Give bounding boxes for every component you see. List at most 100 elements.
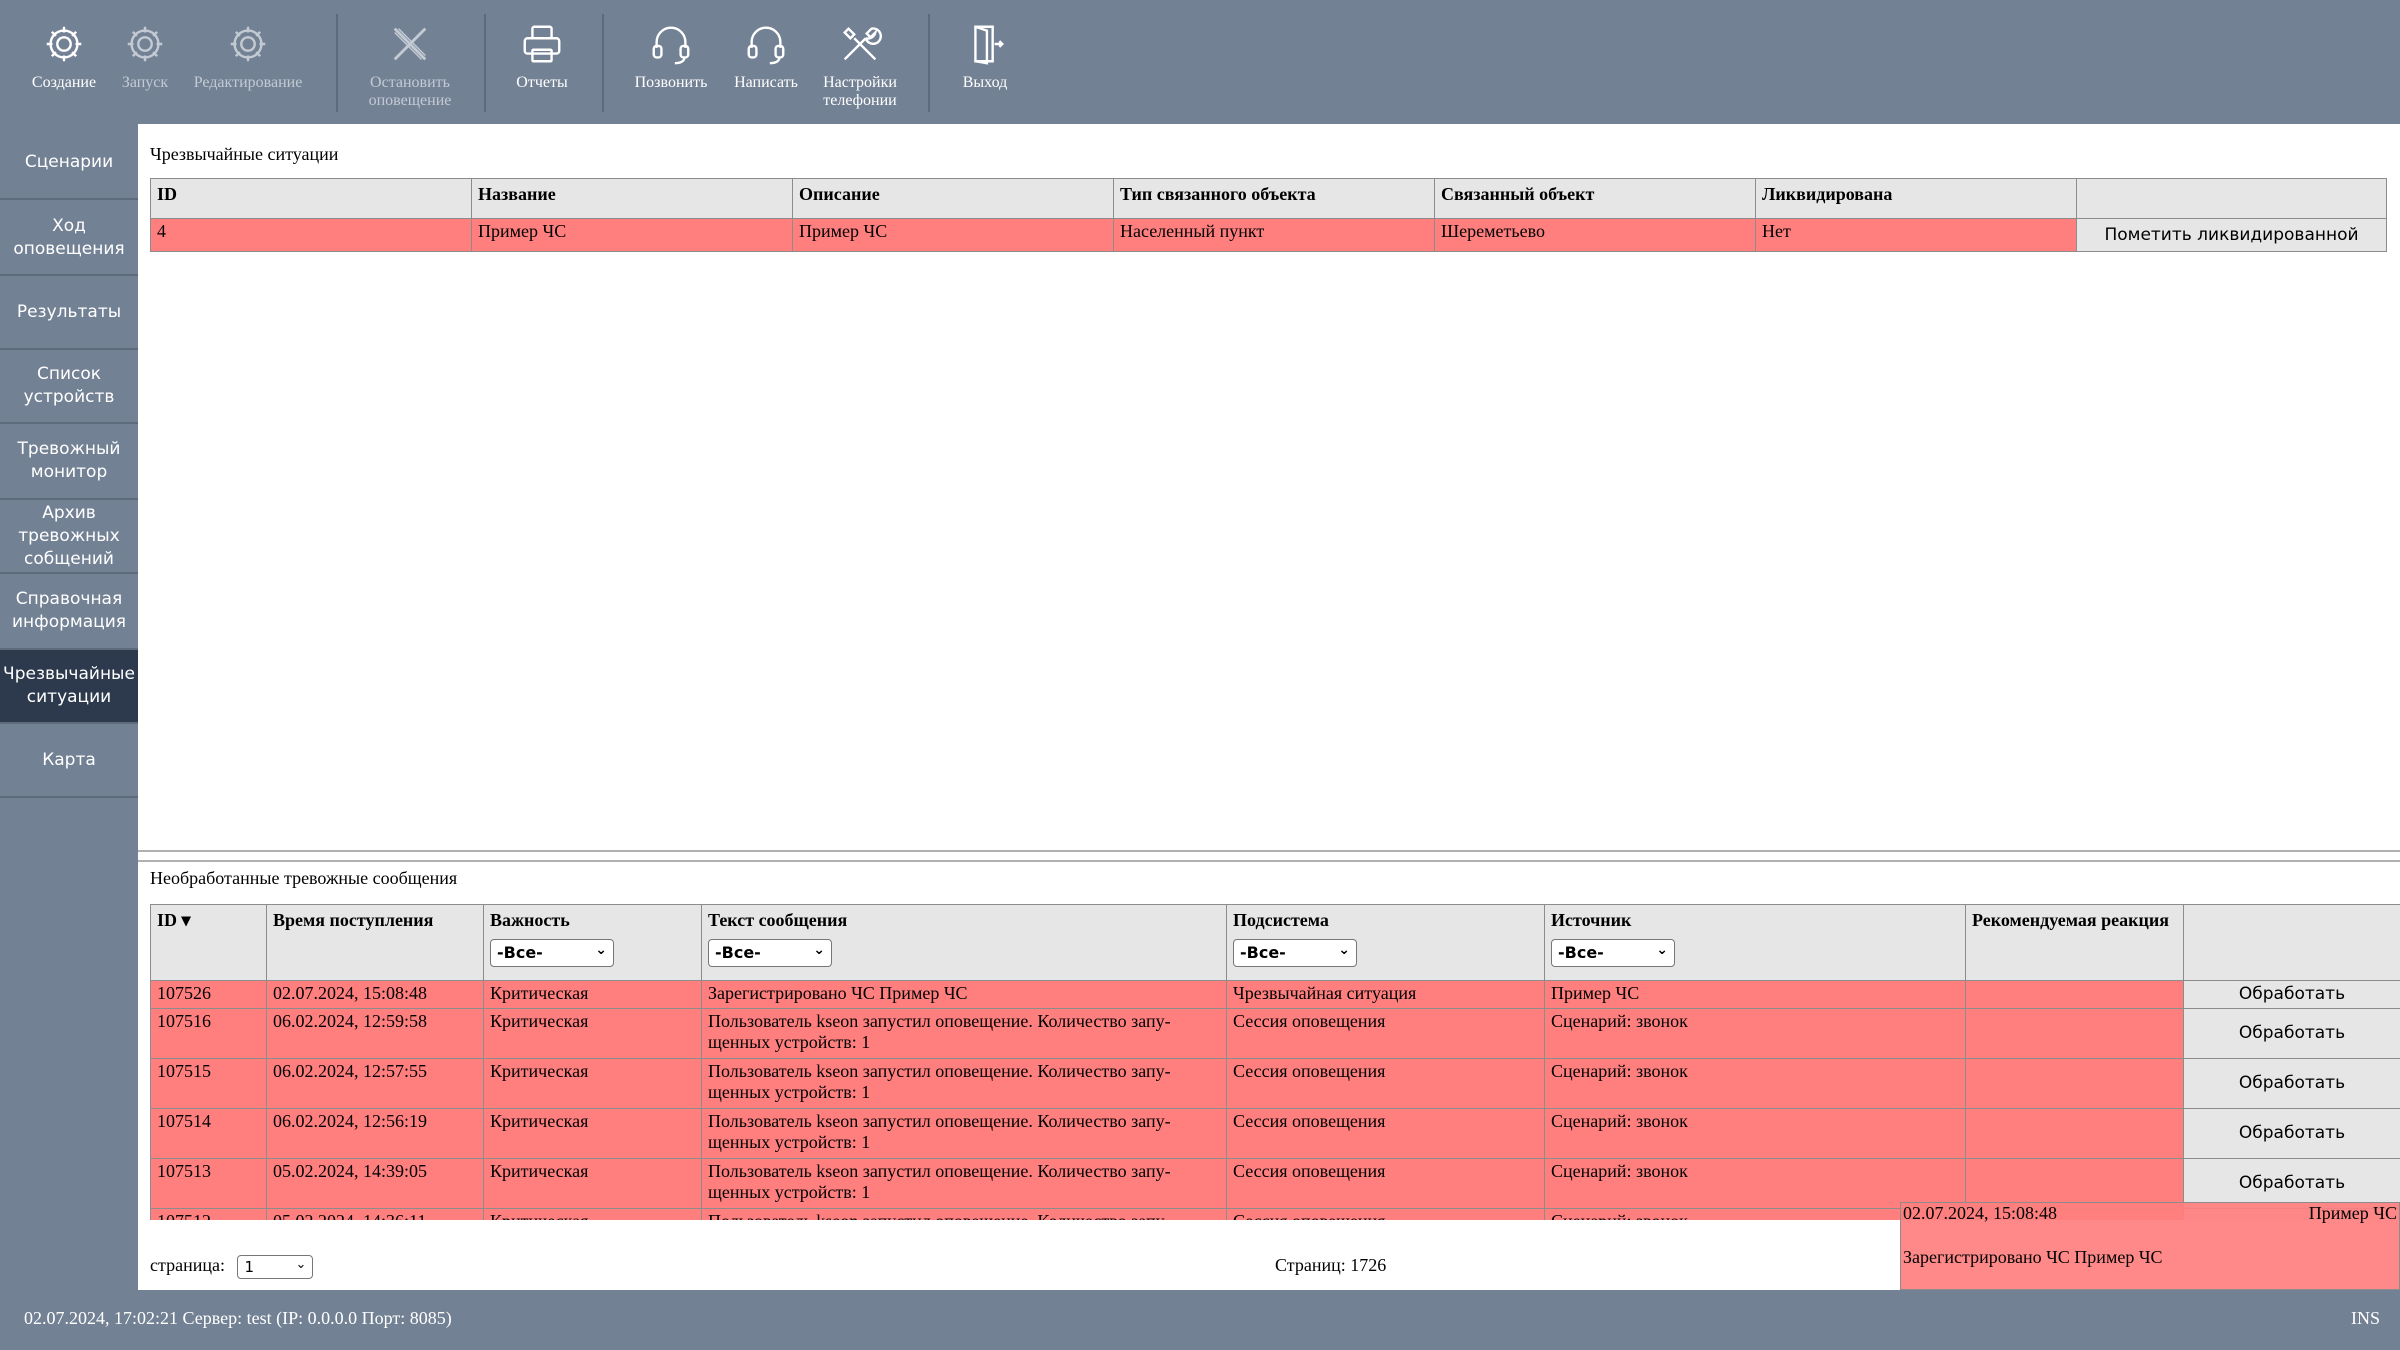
column-header-text: Текст сообщения -Все- ⌄ xyxy=(701,904,1227,981)
process-button[interactable]: Обработать xyxy=(2183,1158,2400,1209)
sidebar-item-emergencies[interactable]: Чрезвычайные ситуации xyxy=(0,650,138,724)
cell-time: 06.02.2024, 12:57:55 xyxy=(266,1058,484,1109)
cell-text: Пользователь kseon запустил оповещение. … xyxy=(701,1158,1227,1209)
table-row[interactable]: 107515 06.02.2024, 12:57:55 Критическая … xyxy=(150,1058,2400,1109)
reports-button[interactable]: Отчеты xyxy=(502,0,582,124)
text-filter-value: -Все- xyxy=(715,943,761,962)
cell-source: Сценарий: звонок xyxy=(1544,1158,1966,1209)
severity-filter[interactable]: -Все- ⌄ xyxy=(490,939,614,967)
sidebar-item-map[interactable]: Карта xyxy=(0,724,138,798)
popup-time: 02.07.2024, 15:08:48 xyxy=(1903,1203,2058,1223)
cell-text: Пользователь kseon запустил оповещение. … xyxy=(701,1108,1227,1159)
door-exit-icon xyxy=(961,20,1009,68)
sidebar-item-devices[interactable]: Список устройств xyxy=(0,350,138,424)
pane-splitter[interactable] xyxy=(138,850,2400,862)
process-button[interactable]: Обработать xyxy=(2183,980,2400,1009)
column-header-liquidated[interactable]: Ликвидирована xyxy=(1755,178,2077,219)
cell-text: Пользователь kseon запустил оповещение. … xyxy=(701,1008,1227,1059)
toolbar-separator xyxy=(602,14,604,112)
call-button[interactable]: Позвонить xyxy=(626,0,716,124)
emergencies-table: ID Название Описание Тип связанного объе… xyxy=(150,178,2387,252)
cell-subsystem: Сессия оповещения xyxy=(1226,1058,1545,1109)
sidebar-nav: Сценарии Ход оповещения Результаты Списо… xyxy=(0,124,138,1290)
launch-button[interactable]: Запуск xyxy=(112,0,178,124)
column-header-id[interactable]: ID ▾ xyxy=(150,904,267,981)
page-select[interactable]: 1 ⌄ xyxy=(237,1255,314,1279)
column-header-time[interactable]: Время поступления xyxy=(266,904,484,981)
toolbar-separator xyxy=(336,14,338,112)
subsystem-header-label[interactable]: Подсистема xyxy=(1233,910,1538,931)
subsystem-filter[interactable]: -Все- ⌄ xyxy=(1233,939,1357,967)
close-icon xyxy=(386,20,434,68)
cell-liquidated: Нет xyxy=(1755,218,2077,252)
process-button[interactable]: Обработать xyxy=(2183,1058,2400,1109)
chevron-down-icon: ⌄ xyxy=(295,1257,307,1272)
edit-button[interactable]: Редактирование xyxy=(188,0,308,124)
source-filter[interactable]: -Все- ⌄ xyxy=(1551,939,1675,967)
cell-subsystem: Чрезвычайная ситуация xyxy=(1226,980,1545,1009)
write-button[interactable]: Написать xyxy=(724,0,808,124)
cell-reaction xyxy=(1965,1008,2184,1059)
column-header-reaction[interactable]: Рекомендуемая реакция xyxy=(1965,904,2184,981)
main-content: Чрезвычайные ситуации ID Название Описан… xyxy=(138,124,2400,1290)
sidebar-item-reference[interactable]: Справочная информация xyxy=(0,574,138,650)
cell-id: 107515 xyxy=(150,1058,267,1109)
gear-icon xyxy=(40,20,88,68)
text-header-label[interactable]: Текст сообщения xyxy=(708,910,1220,931)
sidebar-item-progress[interactable]: Ход оповещения xyxy=(0,202,138,276)
text-filter[interactable]: -Все- ⌄ xyxy=(708,939,832,967)
table-row[interactable]: 107516 06.02.2024, 12:59:58 Критическая … xyxy=(150,1008,2400,1059)
column-header-id[interactable]: ID xyxy=(150,178,472,219)
severity-header-label[interactable]: Важность xyxy=(490,910,695,931)
printer-icon xyxy=(518,20,566,68)
toolbar-separator xyxy=(928,14,930,112)
cell-subsystem: Сессия оповещения xyxy=(1226,1208,1545,1220)
sidebar-item-alarm-archive[interactable]: Архив тревожных собщений xyxy=(0,500,138,574)
source-header-label[interactable]: Источник xyxy=(1551,910,1959,931)
cell-source: Пример ЧС xyxy=(1544,980,1966,1009)
column-header-description[interactable]: Описание xyxy=(792,178,1114,219)
toolbar-separator xyxy=(484,14,486,112)
column-header-action xyxy=(2183,904,2400,981)
emergencies-title: Чрезвычайные ситуации xyxy=(150,144,339,164)
headset-icon xyxy=(742,20,790,68)
popup-text: Зарегистрировано ЧС Пример ЧС xyxy=(1903,1247,2163,1267)
cell-source: Сценарий: звонок xyxy=(1544,1058,1966,1109)
alarm-notification-popup[interactable]: 02.07.2024, 15:08:48 Пример ЧС Зарегистр… xyxy=(1900,1202,2400,1290)
cell-object-type: Населенный пункт xyxy=(1113,218,1435,252)
table-row[interactable]: 4 Пример ЧС Пример ЧС Населенный пункт Ш… xyxy=(150,218,2387,252)
cell-subsystem: Сессия оповещения xyxy=(1226,1108,1545,1159)
cell-id: 107514 xyxy=(150,1108,267,1159)
cell-severity: Критическая xyxy=(483,1108,702,1159)
sidebar-item-scenarios[interactable]: Сценарии xyxy=(0,126,138,200)
create-button[interactable]: Создание xyxy=(22,0,106,124)
table-header-row: ID Название Описание Тип связанного объе… xyxy=(150,178,2387,219)
headset-icon xyxy=(647,20,695,68)
sidebar-item-alarm-monitor[interactable]: Тревожный монитор xyxy=(0,424,138,500)
alarms-table-viewport[interactable]: ID ▾ Время поступления Важность -Все- ⌄ Т… xyxy=(150,904,2400,1220)
cell-description: Пример ЧС xyxy=(792,218,1114,252)
table-row[interactable]: 107514 06.02.2024, 12:56:19 Критическая … xyxy=(150,1108,2400,1159)
cell-time: 06.02.2024, 12:59:58 xyxy=(266,1008,484,1059)
chevron-down-icon: ⌄ xyxy=(1656,942,1668,958)
exit-button[interactable]: Выход xyxy=(950,0,1020,124)
column-header-object-type[interactable]: Тип связанного объекта xyxy=(1113,178,1435,219)
column-header-name[interactable]: Название xyxy=(471,178,793,219)
stop-alert-button[interactable]: Остановить оповещение xyxy=(360,0,460,124)
alarms-table: ID ▾ Время поступления Важность -Все- ⌄ Т… xyxy=(150,904,2400,1220)
cell-time: 06.02.2024, 12:56:19 xyxy=(266,1108,484,1159)
cell-severity: Критическая xyxy=(483,1208,702,1220)
cell-time: 05.02.2024, 14:39:05 xyxy=(266,1158,484,1209)
phone-settings-button[interactable]: Настройки телефонии xyxy=(812,0,908,124)
table-row[interactable]: 107526 02.07.2024, 15:08:48 Критическая … xyxy=(150,980,2400,1009)
cell-reaction xyxy=(1965,1108,2184,1159)
mark-liquidated-button[interactable]: Пометить ликвидированной xyxy=(2076,218,2387,252)
process-button[interactable]: Обработать xyxy=(2183,1008,2400,1059)
column-header-object[interactable]: Связанный объект xyxy=(1434,178,1756,219)
cell-id: 107512 xyxy=(150,1208,267,1220)
process-button[interactable]: Обработать xyxy=(2183,1108,2400,1159)
sidebar-item-results[interactable]: Результаты xyxy=(0,276,138,350)
cell-severity: Критическая xyxy=(483,1158,702,1209)
cell-time: 02.07.2024, 15:08:48 xyxy=(266,980,484,1009)
table-row[interactable]: 107513 05.02.2024, 14:39:05 Критическая … xyxy=(150,1158,2400,1209)
